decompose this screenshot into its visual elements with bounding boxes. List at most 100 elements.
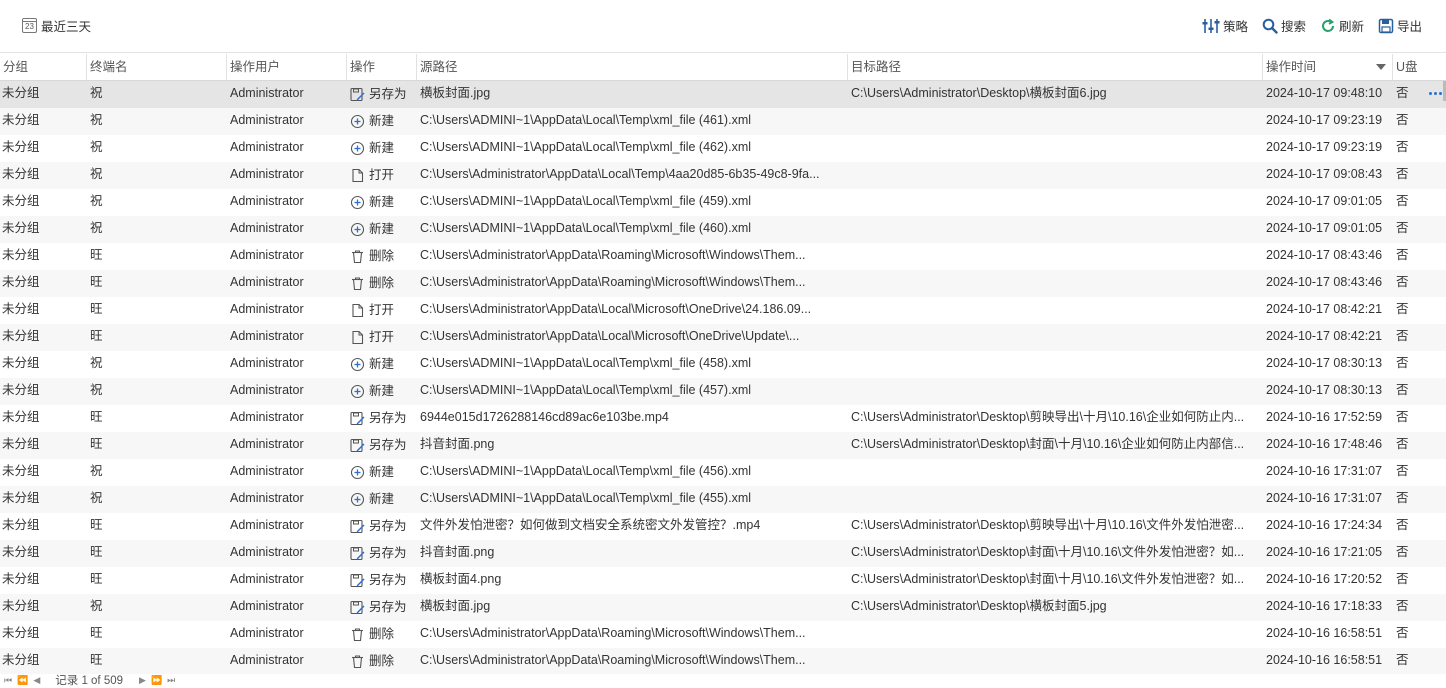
cell-time: 2024-10-17 09:23:19 [1266,140,1383,154]
table-row[interactable]: 未分组 祝 Administrator 新建 C:\Users\ADMINI~1\App… [0,189,1446,216]
table-row[interactable]: 未分组 祝 Administrator 新建 C:\Users\ADMINI~1\App… [0,378,1446,405]
table-row[interactable]: 未分组 祝 Administrator 新建 C:\Users\ADMINI~1\App… [0,459,1446,486]
table-row[interactable]: 未分组 旺 Administrator 打开 C:\Users\Administrato… [0,297,1446,324]
cell-operation: 删除 [350,243,414,270]
column-header-terminal[interactable]: 终端名 [86,54,226,80]
column-header-time[interactable]: 操作时间 [1262,54,1392,80]
cell-operation: 另存为 [350,513,414,540]
cell-time: 2024-10-17 08:43:46 [1266,248,1383,262]
next-fast-icon[interactable]: ⏩ [151,675,162,686]
column-header-operation[interactable]: 操作 [346,54,416,80]
cell-source-path: C:\Users\Administrator\AppData\Local\Mic… [420,302,812,316]
new-icon [350,195,365,210]
cell-user: Administrator [230,356,304,370]
cell-source-path: C:\Users\ADMINI~1\AppData\Local\Temp\xml… [420,194,752,208]
cell-usb: 否 [1396,653,1409,667]
cell-usb: 否 [1396,275,1409,289]
cell-user: Administrator [230,383,304,397]
cell-source-path: C:\Users\Administrator\AppData\Roaming\M… [420,248,806,262]
column-header-source-path[interactable]: 源路径 [416,54,847,80]
cell-operation: 另存为 [350,81,414,108]
search-button[interactable]: 搜索 [1262,16,1306,35]
cell-user: Administrator [230,275,304,289]
cell-group: 未分组 [2,221,40,235]
table-row[interactable]: 未分组 祝 Administrator 另存为 横板封面.jpg C:\Users\Adm… [0,81,1446,108]
cell-user: Administrator [230,653,304,667]
cell-operation: 另存为 [350,594,414,621]
refresh-button[interactable]: 刷新 [1320,16,1364,35]
table-row[interactable]: 未分组 旺 Administrator 另存为 文件外发怕泄密？如何做到文档安全系统密文… [0,513,1446,540]
table-row[interactable]: 未分组 旺 Administrator 另存为 横板封面4.png C:\Users\Ad… [0,567,1446,594]
last-page-icon[interactable]: ⏭ [167,675,175,686]
operation-label: 另存为 [369,87,407,101]
cell-terminal: 旺 [90,437,103,451]
table-row[interactable]: 未分组 祝 Administrator 打开 C:\Users\Administrato… [0,162,1446,189]
column-header-target-path[interactable]: 目标路径 [847,54,1262,80]
cell-target-path [851,297,1257,324]
search-label: 搜索 [1280,20,1306,34]
cell-time: 2024-10-17 08:30:13 [1266,383,1383,397]
cell-terminal: 祝 [90,167,103,181]
cell-terminal: 旺 [90,248,103,262]
cell-source-path: C:\Users\Administrator\AppData\Local\Mic… [420,329,800,343]
column-header-user[interactable]: 操作用户 [226,54,346,80]
cell-time: 2024-10-16 17:31:07 [1266,464,1383,478]
table-row[interactable]: 未分组 旺 Administrator 另存为 抖音封面.png C:\Users\Adm… [0,432,1446,459]
table-row[interactable]: 未分组 旺 Administrator 另存为 6944e015d1726288146c… [0,405,1446,432]
cell-source-path: 文件外发怕泄密？如何做到文档安全系统密文外发管控？.mp4 [420,518,761,532]
table-row[interactable]: 未分组 祝 Administrator 新建 C:\Users\ADMINI~1\App… [0,108,1446,135]
table-row[interactable]: 未分组 祝 Administrator 新建 C:\Users\ADMINI~1\App… [0,216,1446,243]
cell-user: Administrator [230,140,304,154]
cell-usb: 否 [1396,86,1409,100]
table-row[interactable]: 未分组 旺 Administrator 删除 C:\Users\Administrato… [0,243,1446,270]
cell-user: Administrator [230,437,304,451]
prev-fast-icon[interactable]: ⏪ [17,675,28,686]
cell-time: 2024-10-17 08:42:21 [1266,329,1383,343]
cell-source-path: C:\Users\ADMINI~1\AppData\Local\Temp\xml… [420,221,752,235]
more-options-icon[interactable] [1429,92,1442,95]
operation-label: 新建 [369,357,395,371]
operation-label: 删除 [369,249,395,263]
cell-usb: 否 [1396,410,1409,424]
cell-operation: 另存为 [350,567,414,594]
cell-source-path: C:\Users\Administrator\AppData\Roaming\M… [420,275,806,289]
table-row[interactable]: 未分组 祝 Administrator 新建 C:\Users\ADMINI~1\App… [0,135,1446,162]
prev-page-icon[interactable]: ◀ [33,675,40,686]
cell-usb: 否 [1396,437,1409,451]
table-row[interactable]: 未分组 旺 Administrator 打开 C:\Users\Administrato… [0,324,1446,351]
table-row[interactable]: 未分组 祝 Administrator 新建 C:\Users\ADMINI~1\App… [0,486,1446,513]
table-row[interactable]: 未分组 旺 Administrator 删除 C:\Users\Administrato… [0,621,1446,648]
cell-target-path: C:\Users\Administrator\Desktop\封面\十月\10.… [851,437,1245,451]
cell-user: Administrator [230,194,304,208]
table-row[interactable]: 未分组 旺 Administrator 另存为 抖音封面.png C:\Users\Adm… [0,540,1446,567]
column-header-usb[interactable]: U盘 [1392,54,1426,80]
cell-time: 2024-10-16 17:20:52 [1266,572,1383,586]
cell-terminal: 祝 [90,491,103,505]
new-icon [350,114,365,129]
save-icon [1378,18,1394,33]
strategy-button[interactable]: 策略 [1202,16,1248,35]
table-row[interactable]: 未分组 祝 Administrator 新建 C:\Users\ADMINI~1\App… [0,351,1446,378]
cell-time: 2024-10-16 17:24:34 [1266,518,1383,532]
cell-usb: 否 [1396,491,1409,505]
table-row[interactable]: 未分组 旺 Administrator 删除 C:\Users\Administrato… [0,648,1446,674]
cell-user: Administrator [230,491,304,505]
cell-target-path [851,162,1257,189]
operation-label: 打开 [369,303,395,317]
cell-terminal: 祝 [90,86,103,100]
date-filter-button[interactable]: 23 最近三天 [22,16,91,35]
export-button[interactable]: 导出 [1378,16,1422,35]
operation-label: 删除 [369,627,395,641]
first-page-icon[interactable]: ⏮ [4,675,12,686]
cell-target-path [851,351,1257,378]
cell-target-path [851,135,1257,162]
column-header-group[interactable]: 分组 [0,54,86,80]
cell-time: 2024-10-16 16:58:51 [1266,653,1383,667]
export-label: 导出 [1396,20,1422,34]
table-row[interactable]: 未分组 旺 Administrator 删除 C:\Users\Administrato… [0,270,1446,297]
next-page-icon[interactable]: ▶ [139,675,146,686]
cell-usb: 否 [1396,626,1409,640]
save-as-icon [350,87,365,102]
cell-source-path: C:\Users\Administrator\AppData\Roaming\M… [420,626,806,640]
table-row[interactable]: 未分组 祝 Administrator 另存为 横板封面.jpg C:\Users\Adm… [0,594,1446,621]
